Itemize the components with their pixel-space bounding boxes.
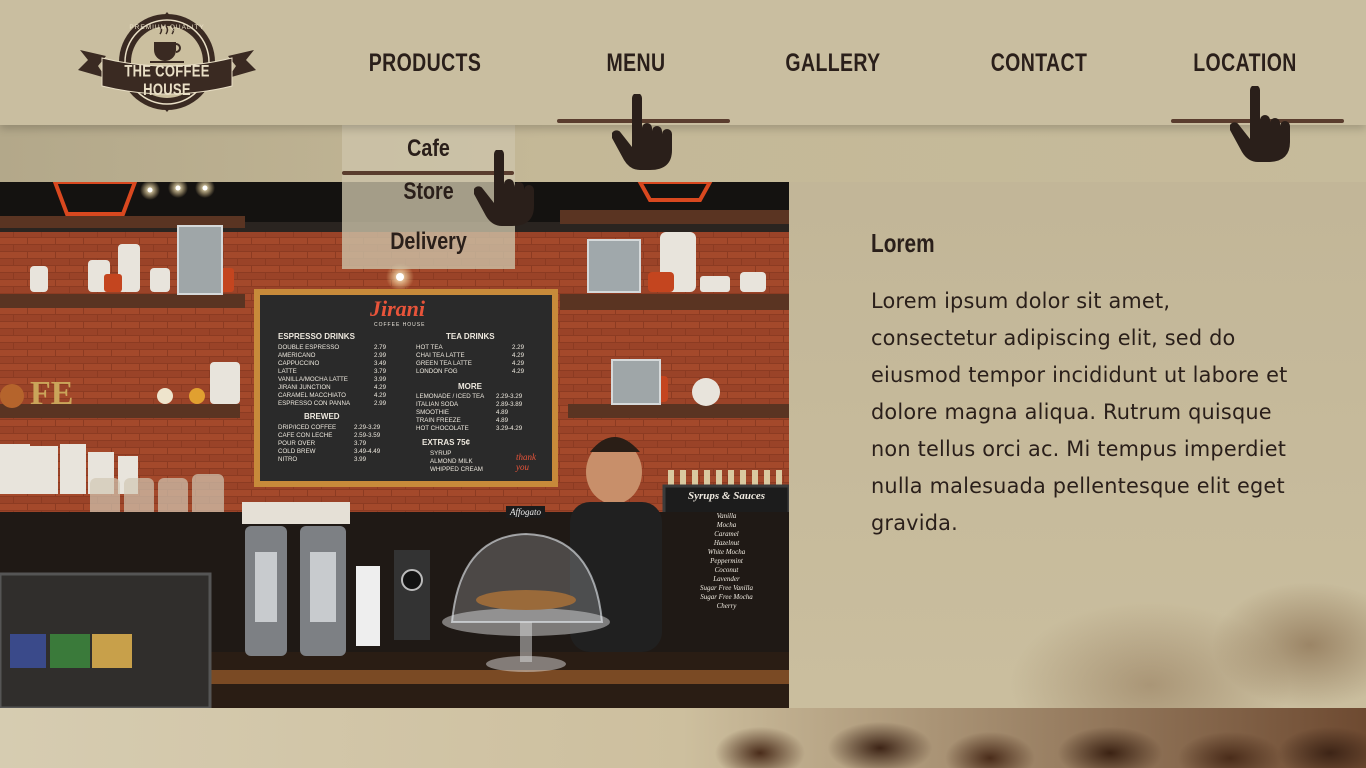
content-title: Lorem	[871, 228, 935, 258]
nav-menu[interactable]: MENU	[578, 40, 695, 86]
svg-text:FE: FE	[30, 375, 73, 412]
espresso-items: DOUBLE ESPRESSO AMERICANO CAPPUCCINO LAT…	[278, 344, 351, 407]
espresso-prices: 2.79 2.99 3.49 3.79 3.99 4.29 4.29 2.99	[374, 344, 387, 407]
brewed-heading: BREWED	[304, 412, 340, 421]
syrups-board: Syrups & Sauces Vanilla Mocha Caramel Ha…	[666, 488, 787, 654]
site-header: PREMIUM QUALITY THE COFFEE HOUSE PRODUCT…	[0, 0, 1366, 125]
espresso-heading: ESPRESSO DRINKS	[278, 332, 355, 341]
hand-pointer-icon	[612, 94, 672, 170]
dropdown-item-delivery[interactable]: Delivery	[358, 228, 500, 256]
more-heading: MORE	[458, 382, 482, 391]
extras-items: SYRUP ALMOND MILK WHIPPED CREAM	[430, 450, 483, 473]
nav-gallery[interactable]: GALLERY	[775, 40, 892, 86]
brewed-prices: 2.29-3.29 2.59-3.59 3.79 3.49-4.49 3.99	[354, 424, 381, 463]
tea-prices: 2.29 4.29 4.29 4.29	[512, 344, 525, 375]
submenu-strip	[0, 125, 1366, 182]
affogato-sign: Affogato	[506, 506, 545, 518]
nav-contact[interactable]: CONTACT	[981, 40, 1098, 86]
hand-pointer-icon	[1230, 86, 1290, 162]
more-items: LEMONADE / ICED TEA ITALIAN SODA SMOOTHI…	[416, 393, 485, 432]
extras-heading: EXTRAS 75¢	[422, 438, 471, 447]
more-prices: 2.29-3.29 2.89-3.89 4.89 4.89 3.29-4.29	[496, 393, 523, 432]
chalkboard-name: Jirani	[370, 296, 426, 321]
chalkboard-menu: Jirani COFFEE HOUSE ESPRESSO DRINKS DOUB…	[262, 296, 550, 480]
tea-heading: TEA DRINKS	[446, 332, 495, 341]
chalkboard-subtitle: COFFEE HOUSE	[374, 322, 426, 328]
content-body: Lorem ipsum dolor sit amet, consectetur …	[871, 289, 1288, 536]
brewed-items: DRIP/ICED COFFEE CAFE CON LECHE POUR OVE…	[278, 424, 337, 463]
syrups-list: Vanilla Mocha Caramel Hazelnut White Moc…	[699, 512, 753, 610]
hand-pointer-icon	[474, 150, 534, 226]
brand-logo[interactable]: PREMIUM QUALITY THE COFFEE HOUSE	[76, 12, 258, 114]
nav-location[interactable]: LOCATION	[1187, 40, 1304, 86]
chalkboard-thank-you: thank you	[516, 452, 536, 472]
brand-tagline: PREMIUM QUALITY	[129, 24, 205, 31]
nav-products[interactable]: PRODUCTS	[367, 40, 484, 86]
background-beans-band	[0, 708, 1366, 768]
syrups-heading: Syrups & Sauces	[687, 490, 766, 502]
tea-items: HOT TEA CHAI TEA LATTE GREEN TEA LATTE L…	[416, 344, 472, 375]
brand-name: THE COFFEE HOUSE	[124, 61, 210, 99]
